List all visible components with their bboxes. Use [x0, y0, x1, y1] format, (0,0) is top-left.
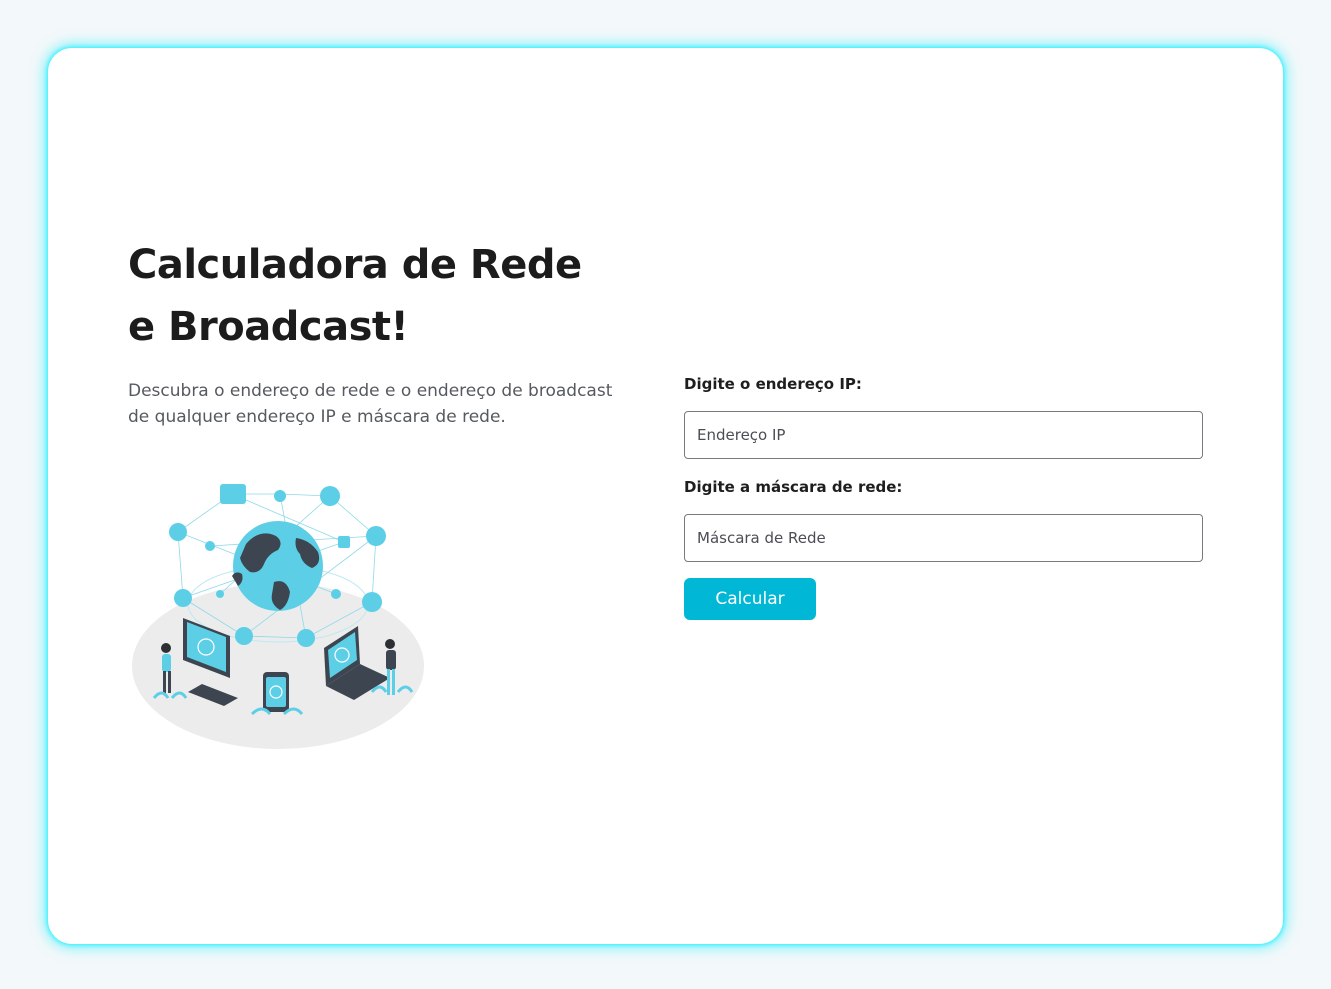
- page-title-line-2: e Broadcast!: [128, 304, 409, 350]
- mask-label: Digite a máscara de rede:: [684, 478, 903, 496]
- ip-label: Digite o endereço IP:: [684, 375, 862, 393]
- network-illustration: [132, 484, 424, 749]
- page-title: Calculadora de Rede e Broadcast!: [128, 234, 628, 358]
- network-calculator-form: Digite o endereço IP: Digite a máscara d…: [684, 372, 1203, 620]
- mask-input[interactable]: [684, 514, 1203, 562]
- hero-section: Calculadora de Rede e Broadcast! Descubr…: [128, 234, 628, 430]
- ip-input[interactable]: [684, 411, 1203, 459]
- page-title-line-1: Calculadora de Rede: [128, 242, 582, 288]
- calculate-button[interactable]: Calcular: [684, 578, 816, 620]
- main-card: Calculadora de Rede e Broadcast! Descubr…: [48, 48, 1283, 944]
- page-subtitle: Descubra o endereço de rede e o endereço…: [128, 381, 613, 427]
